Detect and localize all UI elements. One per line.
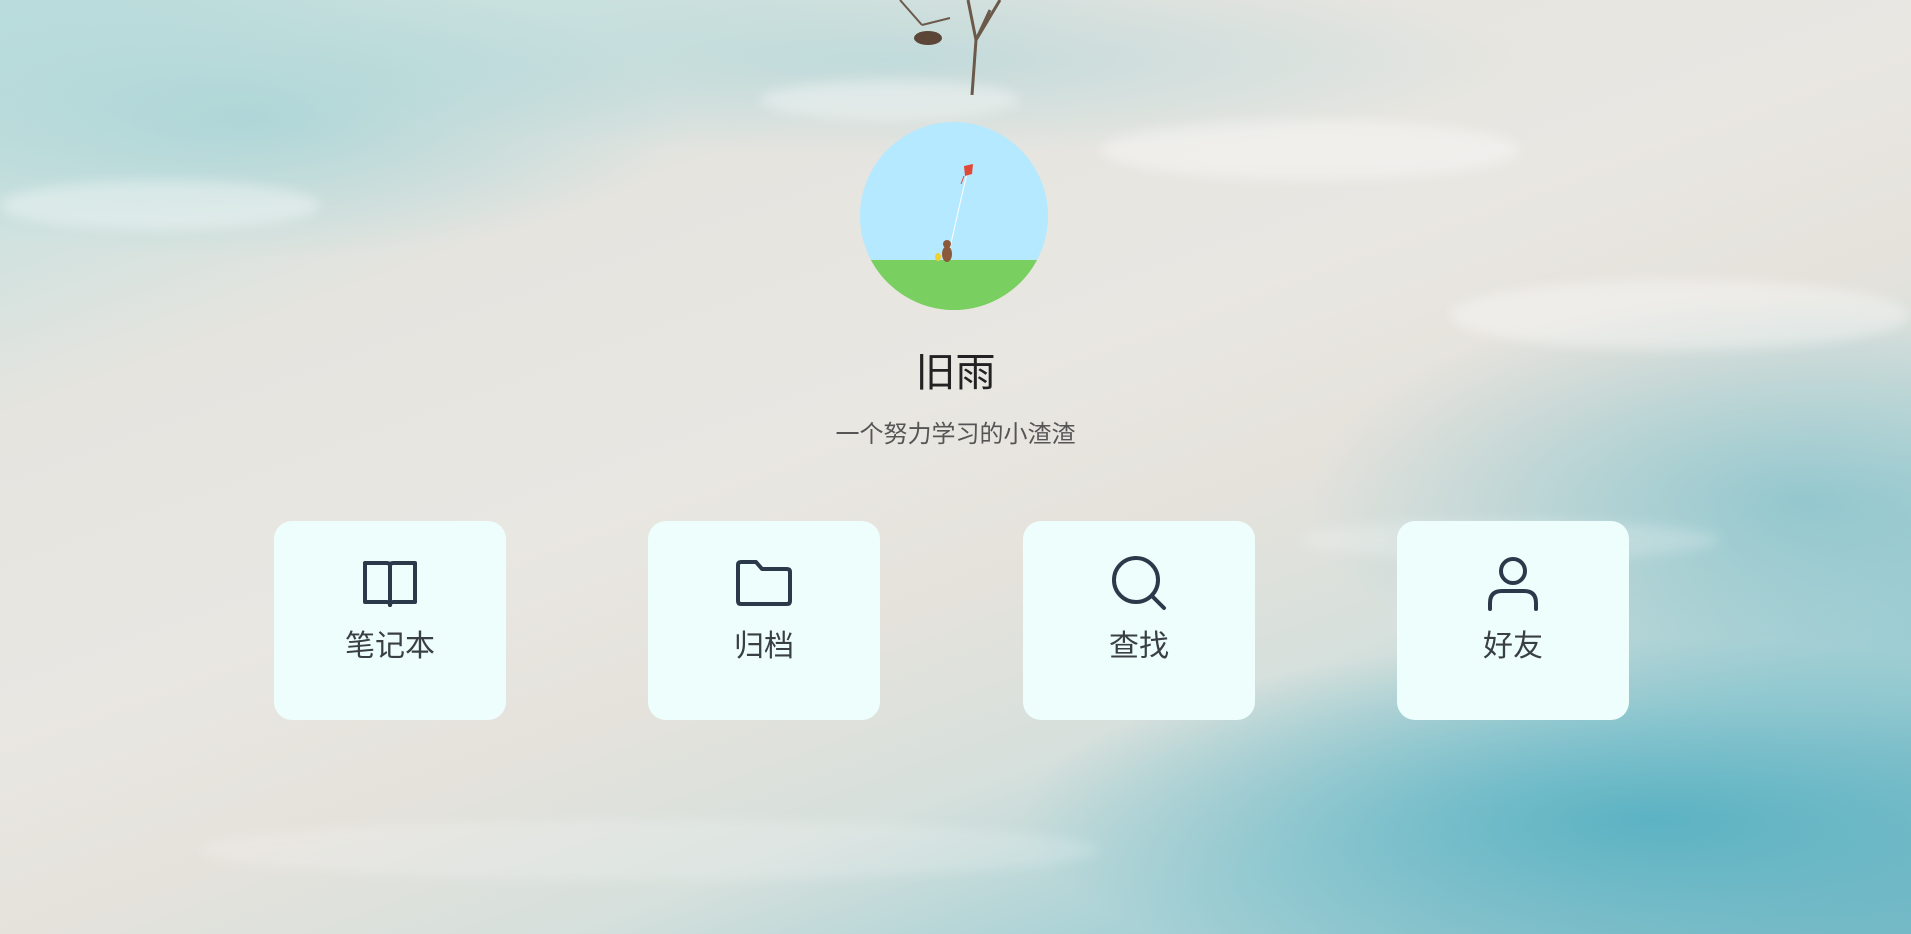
tree-swing-decoration bbox=[899, 0, 1002, 95]
user-icon bbox=[1488, 557, 1538, 611]
search-icon bbox=[1112, 556, 1166, 610]
book-icon bbox=[363, 561, 417, 607]
avatar[interactable] bbox=[860, 122, 1048, 310]
profile-name: 旧雨 bbox=[915, 350, 996, 396]
friends-label: 好友 bbox=[1483, 629, 1543, 664]
search-label: 查找 bbox=[1109, 629, 1169, 664]
profile-motto: 一个努力学习的小渣渣 bbox=[835, 420, 1076, 448]
folder-icon bbox=[736, 560, 792, 606]
kite-avatar-image bbox=[860, 122, 1048, 310]
search-card[interactable]: 查找 bbox=[1023, 521, 1255, 720]
archive-label: 归档 bbox=[734, 629, 794, 664]
notebook-card[interactable]: 笔记本 bbox=[274, 521, 506, 720]
notebook-label: 笔记本 bbox=[345, 629, 435, 664]
friends-card[interactable]: 好友 bbox=[1397, 521, 1629, 720]
archive-card[interactable]: 归档 bbox=[648, 521, 880, 720]
